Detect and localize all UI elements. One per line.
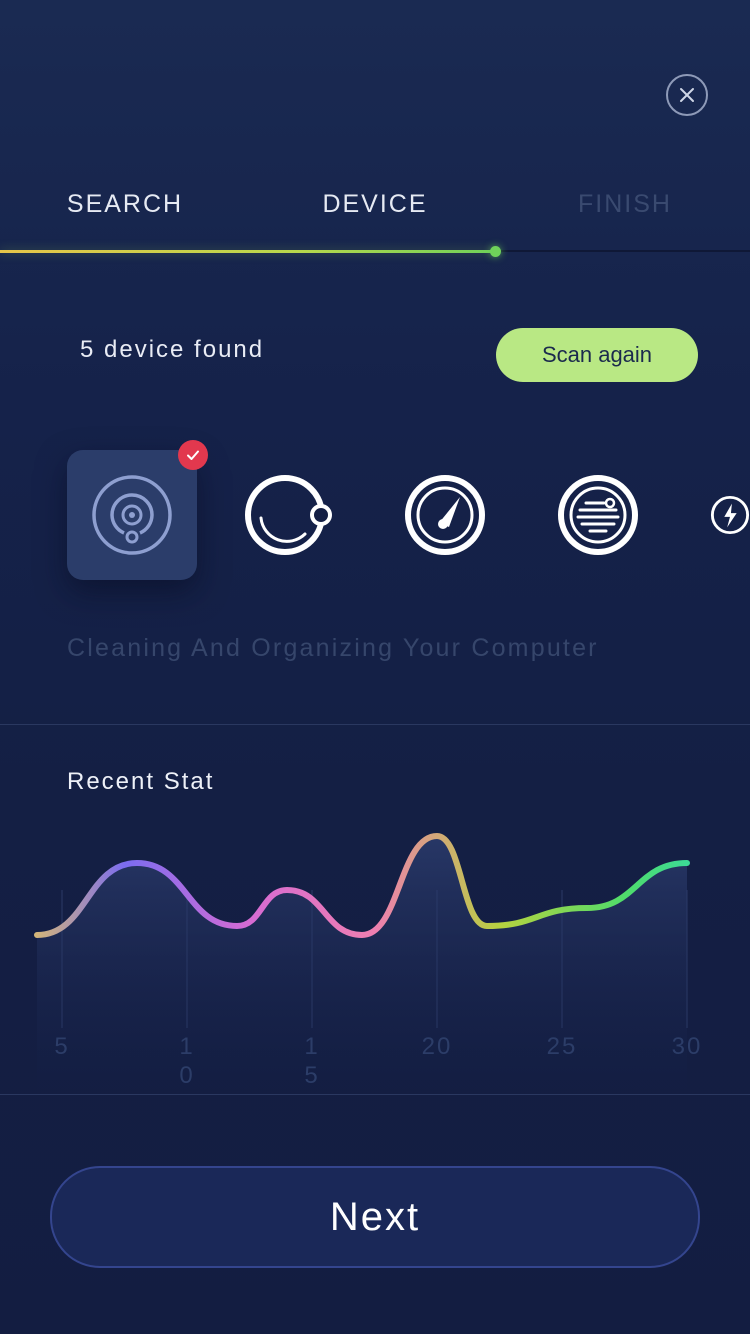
progress-fill bbox=[0, 250, 495, 253]
device-speed-lines[interactable] bbox=[533, 450, 663, 580]
recent-stat-chart: 5 1 01 520 25 30 bbox=[34, 832, 703, 1090]
check-icon bbox=[187, 450, 199, 460]
devices-found-text: 5 device found bbox=[80, 336, 265, 363]
lightning-icon bbox=[710, 495, 750, 535]
step-tabs: SEARCH DEVICE FINISH bbox=[0, 190, 750, 240]
robot-vacuum-icon bbox=[92, 475, 172, 555]
chart-x-tick-label: 20 bbox=[422, 1033, 453, 1060]
selected-check-badge bbox=[178, 440, 208, 470]
tab-finish[interactable]: FINISH bbox=[500, 190, 750, 219]
scan-again-button[interactable]: Scan again bbox=[496, 328, 698, 382]
close-icon bbox=[680, 88, 694, 102]
device-caption: Cleaning And Organizing Your Computer bbox=[67, 634, 599, 662]
device-speedometer[interactable] bbox=[380, 450, 510, 580]
section-divider-top bbox=[0, 724, 750, 725]
close-button[interactable] bbox=[666, 74, 708, 116]
speed-lines-icon bbox=[558, 475, 638, 555]
tab-device[interactable]: DEVICE bbox=[250, 190, 500, 219]
device-robot-vacuum[interactable] bbox=[67, 450, 197, 580]
chart-area-fill bbox=[37, 836, 687, 1090]
next-button[interactable]: Next bbox=[50, 1166, 700, 1268]
orbit-icon bbox=[245, 475, 332, 555]
tab-search[interactable]: SEARCH bbox=[0, 190, 250, 219]
section-divider-bottom bbox=[0, 1094, 750, 1095]
device-orbit[interactable] bbox=[223, 450, 353, 580]
progress-dot bbox=[490, 246, 501, 257]
device-lightning[interactable] bbox=[690, 450, 750, 580]
chart-x-tick-label: 5 bbox=[54, 1033, 69, 1060]
speedometer-icon bbox=[405, 475, 485, 555]
chart-x-tick-label: 25 bbox=[547, 1033, 578, 1060]
chart-x-tick-label: 30 bbox=[672, 1033, 703, 1060]
